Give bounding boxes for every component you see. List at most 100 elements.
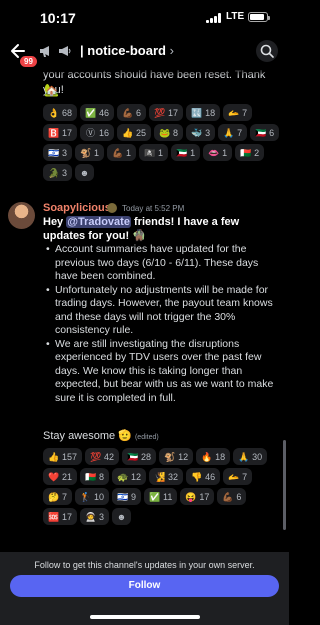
reaction-pill[interactable]: 👄 1 — [203, 144, 233, 161]
reaction-pill[interactable]: 👎 46 — [186, 468, 221, 485]
reaction-emoji: ❤️ — [48, 471, 60, 482]
reaction-pill[interactable]: 🤔 7 — [43, 488, 73, 505]
reaction-pill[interactable]: 🇲🇬 2 — [235, 144, 265, 161]
reaction-pill[interactable]: 🔥 18 — [196, 448, 231, 465]
channel-title[interactable]: | notice-board › — [80, 43, 174, 58]
reaction-count: 1 — [222, 147, 228, 158]
follow-button[interactable]: Follow — [10, 575, 279, 597]
reaction-emoji: 🇲🇬 — [85, 471, 97, 482]
list-item: • We are still investigating the disrupti… — [46, 337, 274, 404]
reaction-pill[interactable]: 🇮🇱 9 — [112, 488, 142, 505]
reaction-count: 10 — [94, 491, 105, 502]
reaction-pill[interactable]: 💪🏾 6 — [217, 488, 247, 505]
reaction-pill[interactable]: 🧑‍🚀 3 — [80, 508, 110, 525]
reaction-count: 1 — [158, 147, 164, 158]
add-reaction-icon: ☻ — [79, 167, 90, 178]
reaction-pill[interactable]: 🐒 1 — [75, 144, 105, 161]
reaction-pill[interactable]: Ⓥ 16 — [80, 124, 115, 141]
reaction-emoji: 🔣 — [191, 107, 203, 118]
add-reaction-icon: ☻ — [116, 511, 127, 522]
megaphone-icon — [40, 46, 49, 57]
top-fade — [0, 68, 289, 76]
reaction-pill[interactable]: 💪🏾 1 — [107, 144, 137, 161]
reaction-pill[interactable]: 🇰🇼 28 — [122, 448, 157, 465]
reaction-pill[interactable]: 🆘 17 — [43, 508, 78, 525]
reaction-count: 3 — [62, 147, 68, 158]
reaction-emoji: 💪🏾 — [122, 107, 134, 118]
reaction-emoji: 💯 — [90, 451, 102, 462]
network-type: LTE — [226, 11, 245, 22]
reaction-pill[interactable]: 🅱️ 17 — [43, 124, 78, 141]
reaction-count: 30 — [252, 451, 263, 462]
reaction-pill[interactable]: 🫴 7 — [223, 104, 253, 121]
reaction-pill[interactable]: ✅ 11 — [144, 488, 178, 505]
reaction-count: 7 — [237, 127, 243, 138]
update-list: • Account summaries have updated for the … — [43, 243, 283, 405]
reaction-count: 18 — [205, 107, 216, 118]
signoff: Stay awesome 🫡 (edited) — [43, 430, 159, 442]
search-button[interactable] — [256, 40, 278, 62]
reaction-pill[interactable]: 🐒 12 — [159, 448, 194, 465]
reaction-pill[interactable]: 🇲🇬 8 — [80, 468, 110, 485]
reaction-count: 157 — [62, 451, 78, 462]
reaction-emoji: 🏴‍☠️ — [144, 147, 156, 158]
unread-badge: 99 — [18, 54, 39, 69]
reaction-count: 46 — [205, 471, 216, 482]
reaction-emoji: 🅱️ — [48, 127, 60, 138]
add-reaction-button[interactable]: ☻ — [112, 508, 132, 525]
reaction-pill[interactable]: 💯 17 — [149, 104, 184, 121]
status-bar: 10:17 LTE — [0, 0, 289, 34]
reaction-pill[interactable]: 👍 25 — [117, 124, 152, 141]
reaction-pill[interactable]: ❤️ 21 — [43, 468, 78, 485]
reaction-pill[interactable]: 💪🏾 6 — [117, 104, 147, 121]
reaction-count: 3 — [205, 127, 211, 138]
reaction-pill[interactable]: 👌 68 — [43, 104, 78, 121]
reaction-pill[interactable]: 🐊 3 — [43, 164, 73, 181]
reaction-count: 32 — [168, 471, 179, 482]
reaction-emoji: 👎 — [191, 471, 203, 482]
reaction-count: 1 — [94, 147, 100, 158]
add-reaction-button[interactable]: ☻ — [75, 164, 95, 181]
reaction-pill[interactable]: 🔣 18 — [186, 104, 221, 121]
message-reactions: 👍 157 💯 42 🇰🇼 28 🐒 12 🔥 18 🙏 30 ❤️ 21 🇲🇬 8 🐢 12 🧏 32 👎 46 🫴 7 🤔 7… — [43, 448, 283, 525]
scrollbar[interactable] — [283, 440, 286, 530]
reaction-count: 16 — [99, 127, 110, 138]
reaction-emoji: 💯 — [154, 107, 166, 118]
reaction-pill[interactable]: ✅ 46 — [80, 104, 115, 121]
reaction-pill[interactable]: 🇰🇼 6 — [250, 124, 280, 141]
reaction-pill[interactable]: 🧏 32 — [149, 468, 184, 485]
avatar[interactable] — [8, 202, 35, 229]
reaction-emoji: 🧑‍🚀 — [85, 511, 97, 522]
reaction-pill[interactable]: 🏌️ 10 — [75, 488, 110, 505]
reaction-pill[interactable]: 🐳 3 — [186, 124, 216, 141]
reaction-pill[interactable]: 🐸 8 — [154, 124, 184, 141]
reaction-emoji: 🙏 — [223, 127, 235, 138]
reaction-emoji: 🐒 — [164, 451, 176, 462]
reaction-count: 6 — [136, 107, 142, 118]
reaction-emoji: 💪🏾 — [222, 491, 234, 502]
reaction-pill[interactable]: 💯 42 — [85, 448, 120, 465]
reaction-pill[interactable]: 🙏 7 — [218, 124, 248, 141]
reaction-emoji: 🐳 — [191, 127, 203, 138]
reaction-pill[interactable]: 🫴 7 — [223, 468, 253, 485]
reaction-pill[interactable]: 🏴‍☠️ 1 — [139, 144, 169, 161]
reaction-pill[interactable]: 👍 157 — [43, 448, 83, 465]
reaction-pill[interactable]: 😝 17 — [180, 488, 215, 505]
reaction-pill[interactable]: 🇰🇼 1 — [171, 144, 201, 161]
author-badge-icon — [107, 203, 117, 213]
reaction-pill[interactable]: 🙏 30 — [233, 448, 268, 465]
reaction-emoji: 👄 — [208, 147, 220, 158]
reaction-count: 17 — [168, 107, 179, 118]
reaction-pill[interactable]: 🐢 12 — [112, 468, 147, 485]
author-name[interactable]: Soapylicious — [43, 202, 111, 214]
reaction-count: 6 — [269, 127, 275, 138]
reaction-count: 21 — [62, 471, 73, 482]
reaction-count: 25 — [136, 127, 147, 138]
role-mention[interactable]: @Tradovate — [66, 216, 131, 228]
reaction-emoji: 🐊 — [48, 167, 60, 178]
battery-level — [250, 14, 264, 20]
reaction-pill[interactable]: 🇮🇱 3 — [43, 144, 73, 161]
battery-icon — [248, 12, 270, 22]
reaction-count: 2 — [254, 147, 260, 158]
clock: 10:17 — [40, 10, 76, 26]
